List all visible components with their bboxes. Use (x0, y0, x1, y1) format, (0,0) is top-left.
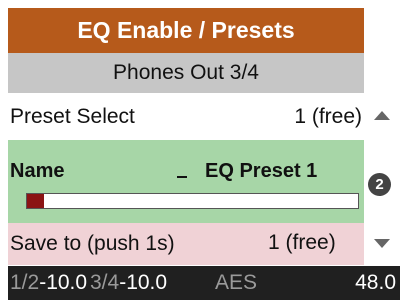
name-cursor (177, 176, 187, 178)
save-to-value: 1 (free) (268, 231, 336, 254)
status-out-1-2: 1/2 -10.0 (8, 266, 90, 300)
page-title: EQ Enable / Presets (8, 8, 364, 53)
name-progress-bar[interactable] (26, 193, 359, 209)
preset-select-row[interactable]: Preset Select 1 (free) (8, 93, 400, 140)
scroll-down-icon[interactable] (374, 239, 390, 248)
scroll-up-icon[interactable] (374, 111, 390, 120)
status-out-3-4: 3/4 -10.0 (90, 266, 194, 300)
device-screen: EQ Enable / Presets Phones Out 3/4 Prese… (0, 0, 400, 300)
status-bar: 1/2 -10.0 3/4 -10.0 AES 48.0 (8, 266, 400, 300)
name-value: EQ Preset 1 (205, 160, 318, 182)
preset-select-label: Preset Select (10, 104, 135, 128)
status-out-3-4-level: -10.0 (119, 271, 168, 294)
status-out-3-4-channel: 3/4 (90, 271, 120, 294)
status-sync-source-text: AES (214, 271, 258, 294)
encoder-number-icon: 2 (368, 173, 391, 196)
name-label: Name (10, 160, 65, 182)
status-sync-source: AES (194, 266, 278, 300)
save-to-label: Save to (push 1s) (10, 232, 175, 255)
preset-select-value: 1 (free) (294, 104, 362, 128)
page-subtitle: Phones Out 3/4 (8, 53, 364, 93)
status-sample-rate: 48.0 (278, 266, 400, 300)
page-subtitle-text: Phones Out 3/4 (113, 61, 259, 84)
encoder-number: 2 (375, 176, 384, 193)
status-out-1-2-level: -10.0 (39, 271, 88, 294)
name-progress-fill (27, 194, 44, 208)
status-out-1-2-channel: 1/2 (10, 271, 40, 294)
page-title-text: EQ Enable / Presets (77, 17, 295, 43)
status-sample-rate-text: 48.0 (355, 271, 396, 294)
